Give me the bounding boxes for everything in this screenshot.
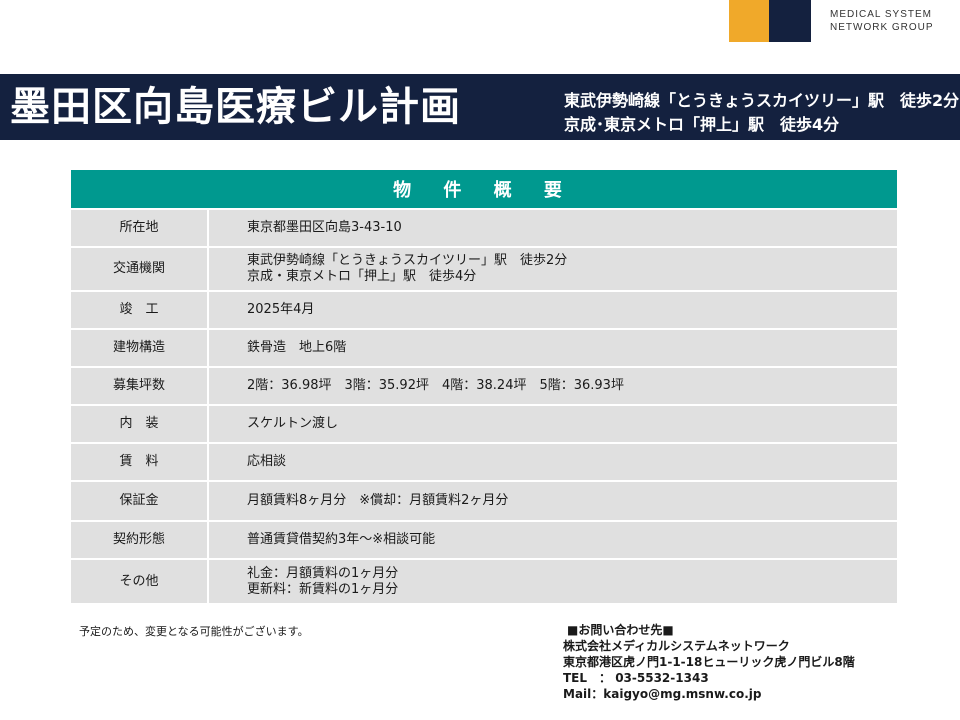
table-body: 所在地 東京都墨田区向島3-43-10 交通機関 東武伊勢崎線「とうきょうスカイツリー… [71,208,897,603]
row-value: 普通賃貸借契約3年～※相談可能 [208,520,897,559]
row-value: 東武伊勢崎線「とうきょうスカイツリー」駅 徒歩2分 京成・東京メトロ「押上」駅 徒… [208,246,897,291]
access-summary: 東武伊勢崎線「とうきょうスカイツリー」駅 徒歩2分 京成･東京メトロ「押上」駅 … [564,89,959,137]
row-value: 月額賃料8ヶ月分 ※償却：月額賃料2ヶ月分 [208,480,897,521]
table-row: 交通機関 東武伊勢崎線「とうきょうスカイツリー」駅 徒歩2分 京成・東京メトロ「押上… [71,246,897,291]
company-logo-text: MEDICAL SYSTEM NETWORK GROUP [830,8,955,34]
row-value: 応相談 [208,442,897,481]
contact-heading: ■お問い合わせ先■ [567,623,674,637]
row-label: 交通機関 [71,246,209,291]
row-label: その他 [71,558,209,603]
row-label: 内 装 [71,404,209,443]
contact-company: 株式会社メディカルシステムネットワーク [563,639,790,653]
row-value-line: 2階：36.98坪 3階：35.92坪 4階：38.24坪 5階：36.93坪 [247,378,624,393]
table-header: 物 件 概 要 [71,170,897,209]
row-label: 保証金 [71,480,209,521]
row-value-line: 礼金：月額賃料の1ヶ月分 [247,565,399,581]
row-value-line: 月額賃料8ヶ月分 ※償却：月額賃料2ヶ月分 [247,493,509,508]
contact-block: ■お問い合わせ先■ 株式会社メディカルシステムネットワーク 東京都港区虎ノ門1-… [563,622,855,702]
access-line-1: 東武伊勢崎線「とうきょうスカイツリー」駅 徒歩2分 [564,91,960,110]
logo-orange-block [729,0,769,42]
table-row: 内 装 スケルトン渡し [71,404,897,443]
table-row: 所在地 東京都墨田区向島3-43-10 [71,208,897,247]
row-value: 鉄骨造 地上6階 [208,328,897,367]
table-row: 契約形態 普通賃貸借契約3年～※相談可能 [71,520,897,559]
table-row: 募集坪数 2階：36.98坪 3階：35.92坪 4階：38.24坪 5階：36.… [71,366,897,405]
row-value-line: 応相談 [247,454,287,469]
title-bar: 墨田区向島医療ビル計画 東武伊勢崎線「とうきょうスカイツリー」駅 徒歩2分 京成… [0,74,960,140]
row-value-line: 東武伊勢崎線「とうきょうスカイツリー」駅 徒歩2分 [247,253,568,268]
row-value-line: 鉄骨造 地上6階 [247,340,347,355]
row-value-line: 更新料：新賃料の1ヶ月分 [247,581,399,597]
row-label: 募集坪数 [71,366,209,405]
contact-mail: Mail：kaigyo@mg.msnw.co.jp [563,687,762,701]
table-row: 建物構造 鉄骨造 地上6階 [71,328,897,367]
table-row: 竣 工 2025年4月 [71,290,897,329]
row-label: 所在地 [71,208,209,247]
row-value: 2階：36.98坪 3階：35.92坪 4階：38.24坪 5階：36.93坪 [208,366,897,405]
row-value: 礼金：月額賃料の1ヶ月分 更新料：新賃料の1ヶ月分 [208,558,897,603]
page-title: 墨田区向島医療ビル計画 [10,84,461,130]
row-value-line: スケルトン渡し [247,416,339,431]
row-label: 契約形態 [71,520,209,559]
access-line-2: 京成･東京メトロ「押上」駅 徒歩4分 [564,115,840,134]
row-value: 東京都墨田区向島3-43-10 [208,208,897,247]
row-value-line: 2025年4月 [247,302,315,317]
logo-navy-block [769,0,811,42]
row-label: 賃 料 [71,442,209,481]
row-value: 2025年4月 [208,290,897,329]
row-value: スケルトン渡し [208,404,897,443]
row-label: 竣 工 [71,290,209,329]
row-value-line: 普通賃貸借契約3年～※相談可能 [247,532,436,547]
logo-line-1: MEDICAL SYSTEM [830,9,932,20]
property-overview-table: 物 件 概 要 所在地 東京都墨田区向島3-43-10 交通機関 東武伊勢崎線「とうき… [71,170,897,603]
row-label: 建物構造 [71,328,209,367]
contact-tel: TEL ： 03-5532-1343 [563,671,709,685]
logo-line-2: NETWORK GROUP [830,22,934,33]
row-value-line: 東京都墨田区向島3-43-10 [247,220,402,235]
table-row: 賃 料 応相談 [71,442,897,481]
table-row: 保証金 月額賃料8ヶ月分 ※償却：月額賃料2ヶ月分 [71,480,897,521]
contact-address: 東京都港区虎ノ門1-1-18ヒューリック虎ノ門ビル8階 [563,655,855,669]
disclaimer-note: 予定のため、変更となる可能性がございます。 [79,625,309,638]
table-row: その他 礼金：月額賃料の1ヶ月分 更新料：新賃料の1ヶ月分 [71,558,897,603]
row-value-line: 京成・東京メトロ「押上」駅 徒歩4分 [247,269,477,284]
